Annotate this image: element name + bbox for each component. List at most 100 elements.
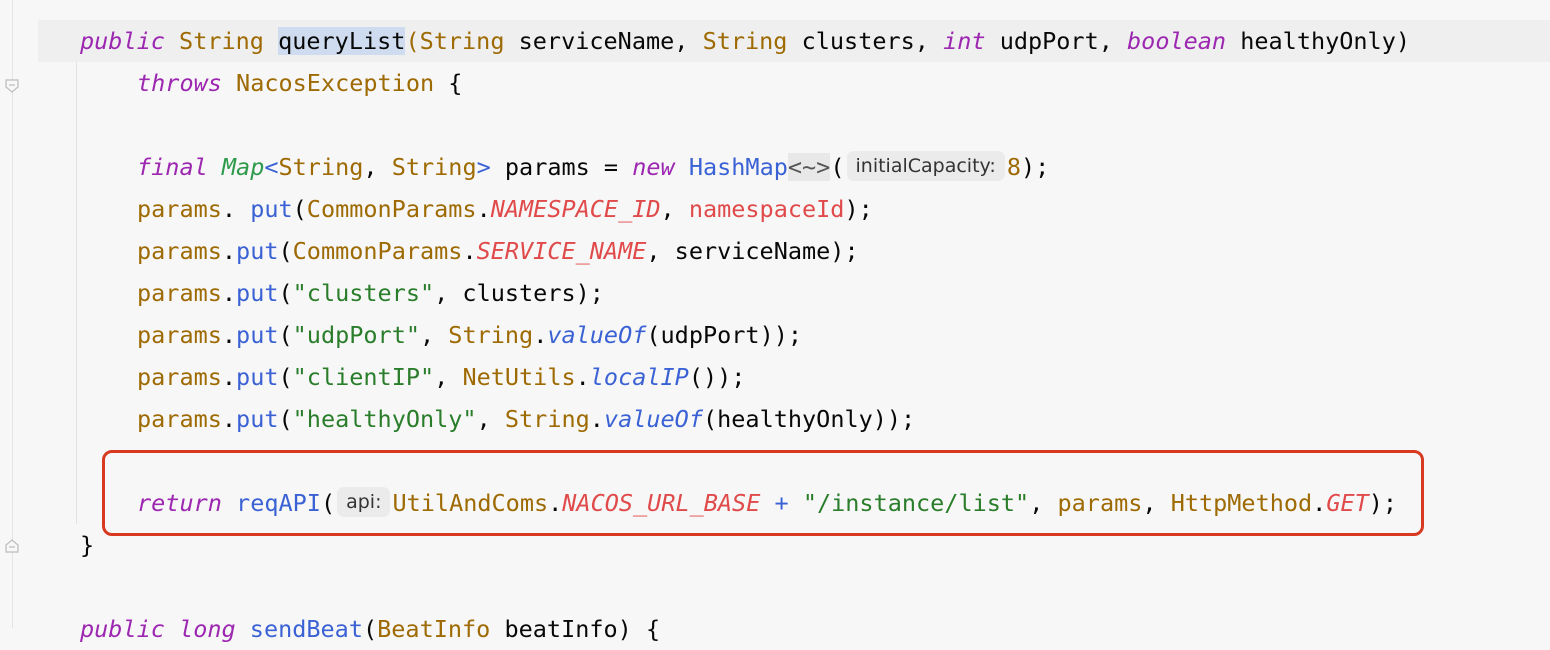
code-token: "udpPort" <box>292 321 420 349</box>
code-token: new <box>632 153 675 181</box>
code-token: put <box>250 195 293 223</box>
code-token: put <box>236 363 279 391</box>
code-token: long <box>179 615 236 643</box>
fold-end-icon[interactable] <box>4 538 20 554</box>
code-line[interactable]: final Map<String, String> params = new H… <box>137 146 1049 188</box>
code-line[interactable]: params.put("clusters", clusters); <box>137 272 604 314</box>
code-token: beatInfo) { <box>490 615 661 643</box>
code-token: . <box>221 279 237 307</box>
code-token: ()); <box>688 363 746 391</box>
code-token: NetUtils <box>462 363 576 391</box>
code-token: . <box>221 237 237 265</box>
code-token: public <box>80 615 165 643</box>
code-token: . <box>589 405 604 433</box>
code-token: String <box>391 153 477 181</box>
code-token: "clientIP" <box>292 363 435 391</box>
code-token: ); <box>1020 153 1050 181</box>
code-token: . <box>221 321 237 349</box>
code-token: SERVICE_NAME <box>476 237 647 265</box>
code-token: , <box>476 405 505 433</box>
code-token: . <box>462 237 477 265</box>
code-token: String <box>179 27 264 55</box>
code-line[interactable]: public long sendBeat(BeatInfo beatInfo) … <box>80 608 660 650</box>
code-token: put <box>236 321 279 349</box>
code-token: valueOf <box>547 321 647 349</box>
code-token: String <box>448 321 534 349</box>
code-line[interactable]: params.put("udpPort", String.valueOf(udp… <box>137 314 802 356</box>
code-token: <~> <box>787 153 831 181</box>
code-line[interactable]: params. put(CommonParams.NAMESPACE_ID, n… <box>137 188 873 230</box>
code-token: String <box>419 27 505 55</box>
code-token: CommonParams <box>306 195 477 223</box>
code-token: , clusters); <box>434 279 604 307</box>
code-token: ( <box>278 237 293 265</box>
code-token: ( <box>362 615 378 643</box>
code-token: . <box>221 195 251 223</box>
code-token: . <box>221 405 237 433</box>
code-token: put <box>236 279 279 307</box>
gutter-separator <box>12 0 13 628</box>
code-token: params <box>137 405 222 433</box>
code-token: , <box>660 195 689 223</box>
code-token: params <box>137 321 222 349</box>
code-token: params <box>137 279 222 307</box>
code-token: clusters, <box>787 27 944 55</box>
code-token: CommonParams <box>292 237 463 265</box>
code-token: ( <box>405 27 420 55</box>
parameter-hint: initialCapacity: <box>846 151 1005 181</box>
annotation-highlight-box <box>102 450 1424 536</box>
code-token: "healthyOnly" <box>292 405 477 433</box>
code-token: ( <box>278 405 293 433</box>
code-token: ( <box>278 279 293 307</box>
code-token: NacosException <box>236 69 435 97</box>
fold-marker-icon[interactable] <box>4 78 20 94</box>
code-token: ( <box>292 195 307 223</box>
code-token: ); <box>844 195 873 223</box>
code-token: put <box>236 237 279 265</box>
code-token: NAMESPACE_ID <box>490 195 661 223</box>
code-token: , <box>363 153 392 181</box>
code-token: queryList <box>278 27 406 55</box>
code-line[interactable]: } <box>80 524 94 566</box>
code-line[interactable]: params.put(CommonParams.SERVICE_NAME, se… <box>137 230 859 272</box>
code-line[interactable]: params.put("healthyOnly", String.valueOf… <box>137 398 915 440</box>
code-token: (udpPort)); <box>646 321 803 349</box>
code-token: { <box>434 69 463 97</box>
code-token: , serviceName); <box>646 237 859 265</box>
code-token: public <box>80 27 165 55</box>
code-token: params <box>137 195 222 223</box>
code-line[interactable]: params.put("clientIP", NetUtils.localIP(… <box>137 356 745 398</box>
code-token: localIP <box>589 363 689 391</box>
code-token: params = <box>490 153 633 181</box>
code-token: > <box>476 153 491 181</box>
code-token: valueOf <box>603 405 703 433</box>
code-token: BeatInfo <box>377 615 491 643</box>
code-token: , <box>434 363 463 391</box>
code-token: < <box>264 153 279 181</box>
code-token: String <box>702 27 788 55</box>
code-token: int <box>943 27 986 55</box>
code-token: boolean <box>1127 27 1227 55</box>
code-token: . <box>476 195 491 223</box>
code-token: ( <box>830 153 845 181</box>
code-token: String <box>278 153 364 181</box>
code-token: params <box>137 363 222 391</box>
code-token: . <box>221 363 237 391</box>
code-line[interactable]: public String queryList(String serviceNa… <box>80 20 1410 62</box>
code-token: ( <box>278 321 293 349</box>
code-token: String <box>504 405 590 433</box>
code-line[interactable]: throws NacosException { <box>137 62 462 104</box>
code-token: sendBeat <box>249 615 363 643</box>
code-token: (healthyOnly)); <box>702 405 916 433</box>
code-token: 8 <box>1006 153 1021 181</box>
code-token: ( <box>278 363 293 391</box>
code-token: . <box>533 321 548 349</box>
code-token: healthyOnly) <box>1226 27 1411 55</box>
